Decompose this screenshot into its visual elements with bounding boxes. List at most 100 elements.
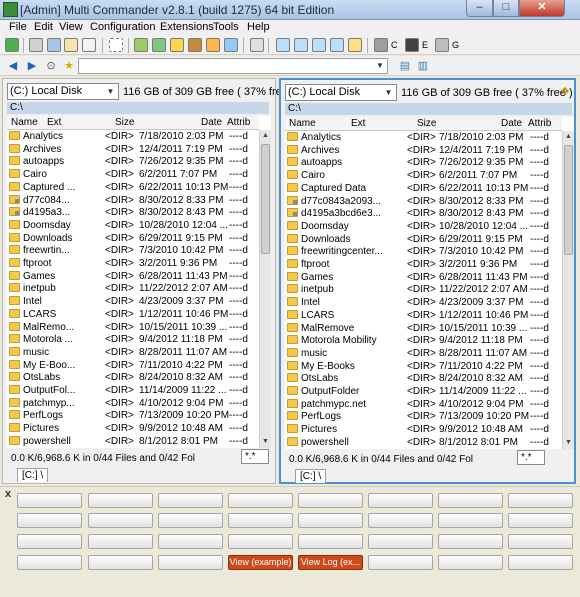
- user-button[interactable]: [17, 534, 82, 549]
- drive-e-label[interactable]: E: [422, 40, 428, 50]
- user-button[interactable]: [17, 493, 82, 508]
- menu-configuration[interactable]: Configuration: [90, 21, 155, 33]
- file-list-row[interactable]: Motorola ... <DIR> 9/4/2012 11:18 PM ----d: [7, 334, 259, 347]
- user-button[interactable]: [368, 493, 433, 508]
- file-list-row[interactable]: powershell <DIR> 8/1/2012 8:01 PM ----d: [285, 436, 562, 449]
- menu-view[interactable]: View: [59, 21, 83, 33]
- file-list-row[interactable]: d4195a3... <DIR> 8/30/2012 8:43 PM ----d: [7, 207, 259, 220]
- left-scrollbar[interactable]: ▲ ▼: [259, 130, 271, 448]
- menu-tools[interactable]: Tools: [213, 21, 239, 33]
- left-drive-tab[interactable]: [C:] \: [17, 468, 49, 482]
- copy-icon[interactable]: [47, 38, 61, 52]
- file-list-row[interactable]: freewritingcenter... <DIR> 7/3/2010 10:42 …: [285, 246, 562, 259]
- file-list-row[interactable]: inetpub <DIR> 11/22/2012 2:07 AM ----d: [285, 284, 562, 297]
- left-file-list[interactable]: Name Ext Size Date Attrib ▲ ▼ Analytics <…: [7, 116, 271, 448]
- cut-icon[interactable]: [29, 38, 43, 52]
- file-list-row[interactable]: Pictures <DIR> 9/9/2012 10:48 AM ----d: [285, 424, 562, 437]
- column-name[interactable]: Name: [289, 118, 316, 129]
- panel-layout-icon[interactable]: ▥: [416, 59, 430, 73]
- user-button[interactable]: [438, 534, 503, 549]
- view-log-button[interactable]: View Log (ex...: [298, 555, 363, 570]
- file-list-row[interactable]: freewrtin... <DIR> 7/3/2010 10:42 PM ----d: [7, 245, 259, 258]
- menu-help[interactable]: Help: [247, 21, 270, 33]
- favorites-icon[interactable]: ★: [62, 59, 76, 73]
- file-list-row[interactable]: music <DIR> 8/28/2011 11:07 AM ----d: [285, 347, 562, 361]
- view-icon[interactable]: [224, 38, 238, 52]
- user-button[interactable]: [158, 513, 223, 528]
- right-scroll-thumb[interactable]: [564, 145, 573, 255]
- file-list-row[interactable]: powershell <DIR> 8/1/2012 8:01 PM ----d: [7, 435, 259, 448]
- right-scrollbar[interactable]: ▲ ▼: [562, 131, 574, 449]
- file-list-row[interactable]: Captured ... <DIR> 6/22/2011 10:13 PM ----d: [7, 181, 259, 195]
- file-list-row[interactable]: Motorola Mobility <DIR> 9/4/2012 11:18 PM -…: [285, 335, 562, 348]
- forward-icon[interactable]: ▶: [25, 59, 39, 73]
- user-button[interactable]: [508, 555, 573, 570]
- delete-icon[interactable]: [82, 38, 96, 52]
- user-button[interactable]: [368, 555, 433, 570]
- file-list-row[interactable]: Cairo <DIR> 6/2/2011 7:07 PM ----d: [285, 170, 562, 183]
- file-list-row[interactable]: Downloads <DIR> 6/29/2011 9:15 PM ----d: [7, 232, 259, 246]
- right-file-list[interactable]: Name Ext Size Date Attrib ▲ ▼ Analytics <…: [285, 117, 574, 449]
- file-list-row[interactable]: Captured Data <DIR> 6/22/2011 10:13 PM ----…: [285, 182, 562, 196]
- drive-e-icon[interactable]: [405, 38, 419, 52]
- address-dropdown-icon[interactable]: ▼: [374, 59, 386, 73]
- file-list-row[interactable]: d4195a3bcd6e3... <DIR> 8/30/2012 8:43 PM --…: [285, 208, 562, 221]
- scroll-up-icon[interactable]: ▲: [563, 131, 574, 143]
- button-panel-close-icon[interactable]: x: [5, 488, 11, 500]
- user-button[interactable]: [438, 555, 503, 570]
- user-button[interactable]: [88, 534, 153, 549]
- menu-edit[interactable]: Edit: [34, 21, 53, 33]
- file-list-row[interactable]: OtsLabs <DIR> 8/24/2010 8:32 AM ----d: [7, 372, 259, 385]
- file-list-row[interactable]: Analytics <DIR> 7/18/2010 2:03 PM ----d: [285, 132, 562, 145]
- file-list-row[interactable]: OutputFolder <DIR> 11/14/2009 11:22 ... ---…: [285, 386, 562, 399]
- drive-h-icon[interactable]: [348, 38, 362, 52]
- user-button[interactable]: [508, 493, 573, 508]
- file-list-row[interactable]: autoapps <DIR> 7/26/2012 9:35 PM ----d: [285, 157, 562, 170]
- scroll-up-icon[interactable]: ▲: [260, 130, 271, 142]
- file-list-row[interactable]: Doomsday <DIR> 10/28/2010 12:04 ... ----d: [7, 219, 259, 233]
- file-list-row[interactable]: Pictures <DIR> 9/9/2012 10:48 AM ----d: [7, 423, 259, 436]
- column-attrib[interactable]: Attrib: [227, 117, 250, 128]
- maximize-button[interactable]: □: [493, 0, 519, 17]
- column-attrib[interactable]: Attrib: [528, 118, 551, 129]
- drive-g-icon[interactable]: [435, 38, 449, 52]
- user-button[interactable]: [88, 555, 153, 570]
- user-button[interactable]: [158, 493, 223, 508]
- file-list-row[interactable]: Intel <DIR> 4/23/2009 3:37 PM ----d: [7, 296, 259, 309]
- user-button[interactable]: [158, 534, 223, 549]
- paste-icon[interactable]: [64, 38, 78, 52]
- drive-c-label[interactable]: C: [391, 40, 398, 50]
- user-button[interactable]: [368, 513, 433, 528]
- close-button[interactable]: ✕: [519, 0, 565, 17]
- address-input[interactable]: [78, 58, 388, 74]
- file-list-row[interactable]: Archives <DIR> 12/4/2011 7:19 PM ----d: [285, 144, 562, 158]
- drive-a-icon[interactable]: [276, 38, 290, 52]
- file-list-row[interactable]: patchmypc.net <DIR> 4/10/2012 9:04 PM ----d: [285, 398, 562, 412]
- refresh-icon[interactable]: [5, 38, 19, 52]
- user-button[interactable]: [228, 513, 293, 528]
- back-icon[interactable]: ◀: [6, 59, 20, 73]
- column-name[interactable]: Name: [11, 117, 38, 128]
- drive-f-icon[interactable]: [330, 38, 344, 52]
- file-list-row[interactable]: Doomsday <DIR> 10/28/2010 12:04 ... ----d: [285, 220, 562, 234]
- view-example-button[interactable]: View (example): [228, 555, 293, 570]
- file-list-row[interactable]: ftproot <DIR> 3/2/2011 9:36 PM ----d: [7, 258, 259, 271]
- user-button[interactable]: [298, 513, 363, 528]
- settings-icon[interactable]: [250, 38, 264, 52]
- left-path-bar[interactable]: C:\: [7, 102, 269, 114]
- user-button[interactable]: [158, 555, 223, 570]
- column-date[interactable]: Date: [201, 117, 222, 128]
- user-button[interactable]: [88, 513, 153, 528]
- file-list-row[interactable]: Games <DIR> 6/28/2011 11:43 PM ----d: [7, 270, 259, 284]
- file-list-row[interactable]: d77c084... <DIR> 8/30/2012 8:33 PM ----d: [7, 194, 259, 208]
- file-list-row[interactable]: LCARS <DIR> 1/12/2011 10:46 PM ----d: [7, 308, 259, 322]
- file-list-row[interactable]: patchmyp... <DIR> 4/10/2012 9:04 PM ----d: [7, 397, 259, 411]
- user-button[interactable]: [298, 493, 363, 508]
- menu-file[interactable]: File: [9, 21, 27, 33]
- user-button[interactable]: [17, 555, 82, 570]
- user-button[interactable]: [438, 513, 503, 528]
- drive-b-icon[interactable]: [294, 38, 308, 52]
- user-button[interactable]: [88, 493, 153, 508]
- file-list-row[interactable]: d77c0843a2093... <DIR> 8/30/2012 8:33 PM --…: [285, 195, 562, 209]
- user-button[interactable]: [438, 493, 503, 508]
